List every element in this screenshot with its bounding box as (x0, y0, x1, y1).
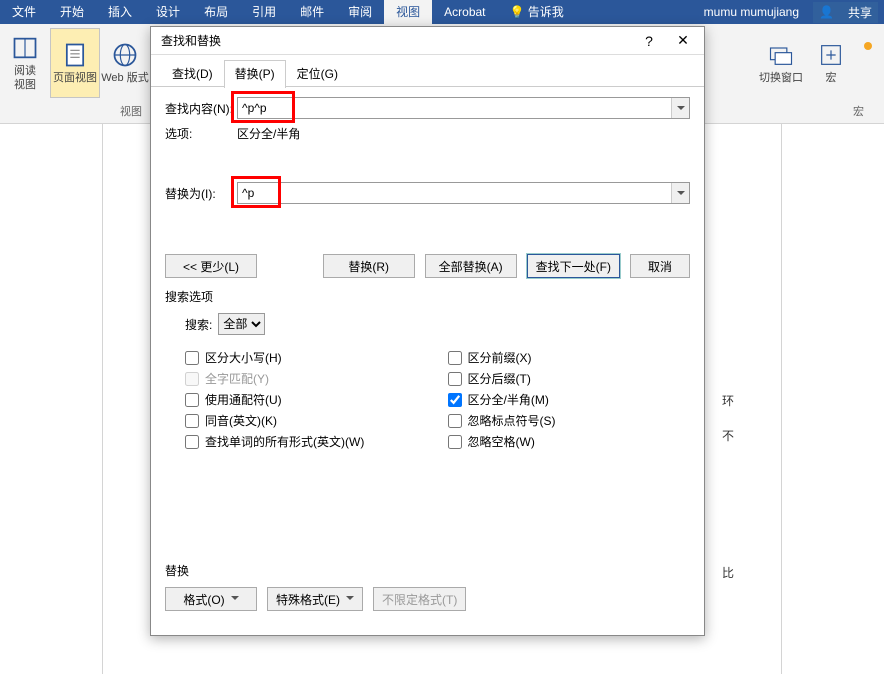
replace-label: 替换为(I): (165, 185, 237, 202)
tab-file[interactable]: 文件 (0, 0, 48, 24)
replace-button[interactable]: 替换(R) (323, 254, 415, 278)
checkbox-left-3[interactable]: 同音(英文)(K) (185, 412, 428, 429)
tab-home[interactable]: 开始 (48, 0, 96, 24)
close-icon[interactable]: ✕ (666, 28, 700, 54)
tab-replace[interactable]: 替换(P) (224, 60, 286, 88)
checkbox-col-right: 区分前缀(X) 区分后缀(T) 区分全/半角(M) 忽略标点符号(S) 忽略空格(W) (428, 345, 691, 454)
checkbox-right-3[interactable]: 忽略标点符号(S) (448, 412, 691, 429)
find-history-dropdown[interactable] (671, 98, 689, 118)
checkbox-label: 区分大小写(H) (205, 349, 282, 366)
checkbox-label: 忽略标点符号(S) (468, 412, 556, 429)
checkbox-input-right-4[interactable] (448, 435, 462, 449)
tab-design[interactable]: 设计 (144, 0, 192, 24)
checkbox-right-4[interactable]: 忽略空格(W) (448, 433, 691, 450)
checkbox-col-left: 区分大小写(H) 全字匹配(Y) 使用通配符(U) 同音(英文)(K) 查找单词的所有形… (165, 345, 428, 454)
tab-review[interactable]: 审阅 (336, 0, 384, 24)
checkbox-input-left-3[interactable] (185, 414, 199, 428)
format-button[interactable]: 格式(O) (165, 587, 257, 611)
checkbox-label: 使用通配符(U) (205, 391, 282, 408)
checkbox-right-2[interactable]: 区分全/半角(M) (448, 391, 691, 408)
replace-section-heading: 替换 (165, 562, 690, 579)
no-format-button: 不限定格式(T) (373, 587, 466, 611)
search-direction-label: 搜索: (185, 316, 212, 333)
reading-view-button[interactable]: 阅读 视图 (0, 28, 50, 98)
search-direction-select[interactable]: 全部 (218, 313, 265, 335)
checkbox-left-1: 全字匹配(Y) (185, 370, 428, 387)
checkbox-input-right-3[interactable] (448, 414, 462, 428)
special-button[interactable]: 特殊格式(E) (267, 587, 363, 611)
checkbox-input-right-2[interactable] (448, 393, 462, 407)
checkbox-label: 区分后缀(T) (468, 370, 531, 387)
partial-text: 环 不 比 (722, 374, 734, 599)
find-next-button[interactable]: 查找下一处(F) (527, 254, 620, 278)
tab-find[interactable]: 查找(D) (161, 60, 224, 88)
macros-button[interactable]: 宏 宏 (806, 28, 856, 98)
checkbox-input-left-4[interactable] (185, 435, 199, 449)
switch-windows-button[interactable]: 切换窗口 (756, 28, 806, 98)
page-layout-icon (61, 41, 89, 69)
checkbox-left-4[interactable]: 查找单词的所有形式(英文)(W) (185, 433, 428, 450)
find-replace-dialog: 查找和替换 ? ✕ 查找(D) 替换(P) 定位(G) 查找内容(N): 选项:… (150, 26, 705, 636)
checkbox-label: 查找单词的所有形式(英文)(W) (205, 433, 364, 450)
reading-view-icon (11, 34, 39, 62)
macros-icon (817, 41, 845, 69)
tab-layout[interactable]: 布局 (192, 0, 240, 24)
replace-all-button[interactable]: 全部替换(A) (425, 254, 517, 278)
tab-acrobat[interactable]: Acrobat (432, 0, 497, 24)
share-button[interactable]: 👤 共享 (813, 2, 878, 23)
checkbox-input-right-1[interactable] (448, 372, 462, 386)
user-name[interactable]: mumu mumujiang (704, 5, 799, 19)
web-layout-button[interactable]: Web 版式 (100, 28, 150, 98)
ribbon-tabs: 文件 开始 插入 设计 布局 引用 邮件 审阅 视图 Acrobat 💡 告诉我… (0, 0, 884, 24)
checkbox-input-left-0[interactable] (185, 351, 199, 365)
checkbox-right-1[interactable]: 区分后缀(T) (448, 370, 691, 387)
tell-me[interactable]: 💡 告诉我 (498, 0, 576, 24)
options-label: 选项: (165, 125, 237, 142)
web-layout-icon (111, 41, 139, 69)
tab-mailings[interactable]: 邮件 (288, 0, 336, 24)
tab-view[interactable]: 视图 (384, 0, 432, 24)
cancel-button[interactable]: 取消 (630, 254, 690, 278)
tab-insert[interactable]: 插入 (96, 0, 144, 24)
help-icon[interactable]: ? (632, 28, 666, 54)
less-button[interactable]: << 更少(L) (165, 254, 257, 278)
dialog-title: 查找和替换 (161, 32, 632, 49)
checkbox-label: 同音(英文)(K) (205, 412, 277, 429)
checkbox-label: 全字匹配(Y) (205, 370, 269, 387)
options-value: 区分全/半角 (237, 125, 300, 142)
checkbox-left-2[interactable]: 使用通配符(U) (185, 391, 428, 408)
switch-windows-icon (767, 41, 795, 69)
find-label: 查找内容(N): (165, 100, 237, 117)
checkbox-input-left-1 (185, 372, 199, 386)
group-label-views: 视图 (120, 103, 142, 119)
notification-dot-icon[interactable] (864, 42, 872, 50)
checkbox-left-0[interactable]: 区分大小写(H) (185, 349, 428, 366)
tab-references[interactable]: 引用 (240, 0, 288, 24)
checkbox-right-0[interactable]: 区分前缀(X) (448, 349, 691, 366)
search-options-heading: 搜索选项 (165, 288, 690, 305)
page-layout-button[interactable]: 页面视图 (50, 28, 100, 98)
replace-input[interactable] (237, 182, 690, 204)
checkbox-input-left-2[interactable] (185, 393, 199, 407)
checkbox-label: 区分全/半角(M) (468, 391, 549, 408)
tab-goto[interactable]: 定位(G) (286, 60, 349, 88)
replace-history-dropdown[interactable] (671, 183, 689, 203)
checkbox-label: 忽略空格(W) (468, 433, 535, 450)
checkbox-input-right-0[interactable] (448, 351, 462, 365)
group-label-macros: 宏 (853, 103, 864, 119)
find-input[interactable] (237, 97, 690, 119)
checkbox-label: 区分前缀(X) (468, 349, 532, 366)
